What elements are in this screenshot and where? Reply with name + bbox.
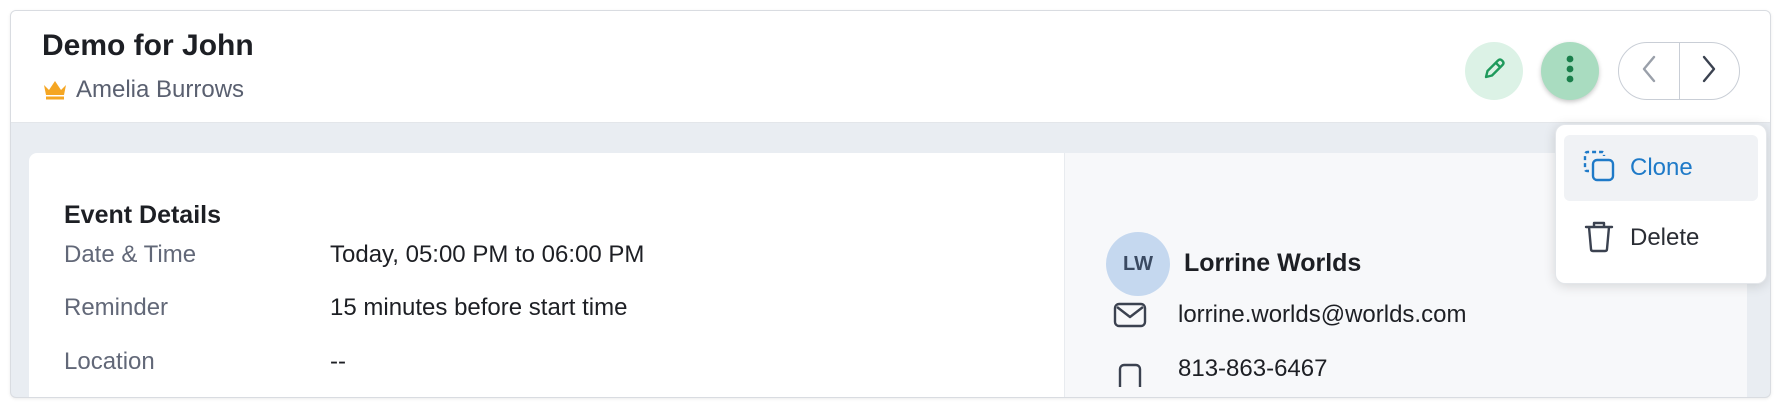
event-card: Event Details Date & Time Today, 05:00 P… [29,153,1747,397]
menu-item-clone[interactable]: Clone [1564,135,1758,201]
detail-label: Reminder [64,294,169,321]
next-record-button[interactable] [1680,43,1740,99]
crown-icon [42,79,68,101]
contact-email-line: lorrine.worlds@worlds.com [1113,297,1466,333]
event-detail-window: Demo for John Amelia Burrows Event Detai… [10,10,1771,398]
previous-record-button[interactable] [1619,43,1680,99]
contact-name[interactable]: Lorrine Worlds [1184,249,1361,278]
menu-item-label: Clone [1630,154,1693,181]
page-title: Demo for John [42,29,254,62]
detail-value: -- [330,348,346,375]
edit-button[interactable] [1465,42,1523,100]
detail-row-reminder: Reminder 15 minutes before start time [64,294,627,322]
pencil-icon [1480,55,1508,88]
chevron-right-icon [1700,54,1718,89]
record-navigation [1618,42,1740,100]
menu-item-label: Delete [1630,224,1700,251]
avatar: LW [1106,232,1170,296]
event-details-panel: Event Details Date & Time Today, 05:00 P… [29,153,1064,397]
phone-icon [1113,351,1153,387]
detail-value: 15 minutes before start time [330,294,628,321]
trash-icon [1582,219,1616,258]
detail-value: Today, 05:00 PM to 06:00 PM [330,241,645,268]
more-actions-button[interactable] [1541,42,1599,100]
detail-row-location: Location -- [64,348,346,376]
owner-name: Amelia Burrows [76,76,245,103]
clone-icon [1582,149,1616,188]
more-actions-menu: Clone Delete [1555,124,1767,284]
contact-phone-line: 813-863-6467 [1113,351,1327,387]
record-header: Demo for John Amelia Burrows [11,11,1770,123]
section-title: Event Details [64,201,222,229]
menu-item-delete[interactable]: Delete [1564,205,1758,271]
record-owner: Amelia Burrows [42,76,244,104]
chevron-left-icon [1640,54,1658,89]
mail-icon [1113,297,1153,333]
detail-label: Location [64,348,155,375]
contact-email[interactable]: lorrine.worlds@worlds.com [1178,301,1466,329]
detail-row-date-time: Date & Time Today, 05:00 PM to 06:00 PM [64,241,644,269]
detail-label: Date & Time [64,241,197,268]
vertical-dots-icon [1565,54,1575,89]
contact-phone[interactable]: 813-863-6467 [1178,355,1327,383]
